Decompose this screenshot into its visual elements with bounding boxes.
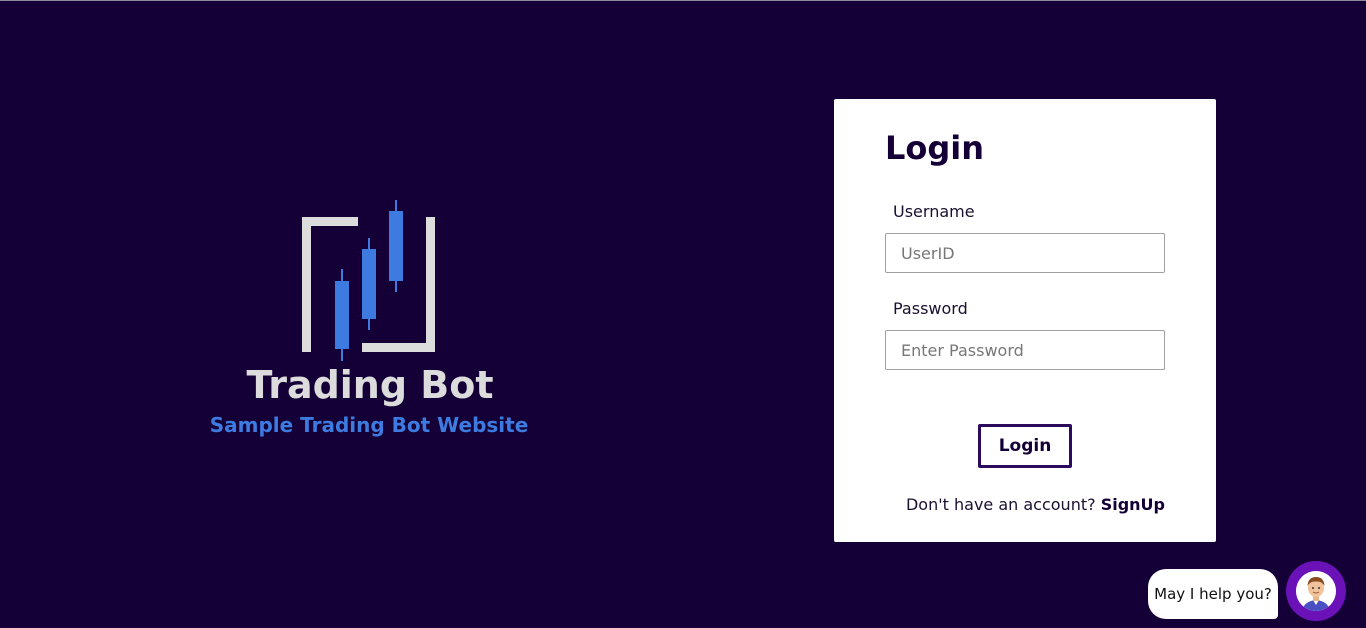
assistant-avatar-icon — [1296, 571, 1336, 611]
trading-bot-logo-icon — [302, 200, 435, 361]
login-card: Login Username Password Login Don't have… — [834, 99, 1216, 542]
chat-open-button[interactable] — [1286, 561, 1346, 621]
top-border-line — [0, 0, 1366, 1]
brand-subtitle: Sample Trading Bot Website — [209, 413, 529, 437]
brand-title: Trading Bot — [246, 363, 494, 407]
chat-bubble-text: May I help you? — [1154, 585, 1272, 603]
password-input[interactable] — [885, 330, 1165, 370]
login-button[interactable]: Login — [978, 424, 1072, 468]
brand-logo: Trading Bot Sample Trading Bot Website — [200, 195, 540, 445]
username-label: Username — [893, 202, 975, 221]
signup-prompt: Don't have an account? — [905, 495, 1096, 514]
password-label: Password — [893, 299, 968, 318]
signup-row: Don't have an account? SignUp — [906, 495, 1165, 514]
login-title: Login — [885, 129, 985, 167]
chat-bubble[interactable]: May I help you? — [1148, 569, 1278, 619]
signup-link[interactable]: SignUp — [1101, 495, 1165, 514]
username-input[interactable] — [885, 233, 1165, 273]
